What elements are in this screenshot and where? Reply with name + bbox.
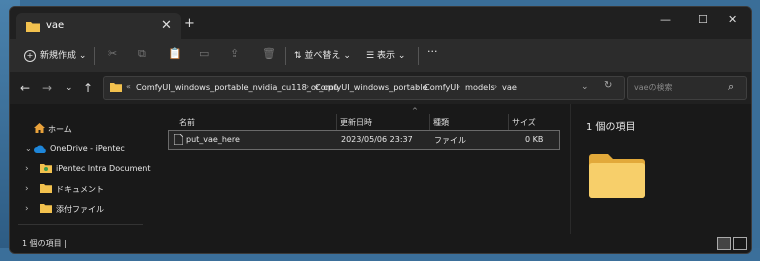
address-bar[interactable]: « ComfyUI_windows_portable_nvidia_cu118_… <box>103 76 625 100</box>
folder-icon <box>110 82 122 95</box>
folder-icon <box>40 203 52 216</box>
nav-item-label: ホーム <box>48 125 72 134</box>
view-button[interactable]: ☰ 表示 ⌄ <box>366 48 405 61</box>
share-icon[interactable]: ⇪ <box>230 47 239 60</box>
chevron-down-icon: ⌄ <box>343 51 351 61</box>
nav-item-documents[interactable]: › ドキュメント <box>10 179 158 199</box>
plus-circle-icon: + <box>24 50 36 62</box>
back-arrow-icon[interactable]: ← <box>20 81 30 95</box>
sort-button[interactable]: ⇅ 並べ替え ⌄ <box>294 48 351 61</box>
toolbar-divider <box>285 47 286 65</box>
sort-label: 並べ替え <box>304 51 341 61</box>
nav-item-label: OneDrive - iPentec <box>50 144 125 153</box>
forward-arrow-icon[interactable]: → <box>42 81 52 95</box>
nav-item-label: iPentec Intra Document <box>56 164 151 173</box>
search-placeholder: vaeの検索 <box>634 83 673 92</box>
nav-item-home[interactable]: ホーム <box>10 119 158 139</box>
chevron-right-icon: › <box>306 82 310 91</box>
large-folder-icon <box>589 154 645 201</box>
onedrive-icon <box>34 145 46 156</box>
folder-icon <box>40 183 52 196</box>
column-header-type[interactable]: 種類 <box>433 117 449 128</box>
folder-icon <box>26 21 40 35</box>
recent-chevron-icon[interactable]: ⌄ <box>65 83 73 93</box>
column-header-size[interactable]: サイズ <box>512 117 536 128</box>
search-box[interactable]: vaeの検索 ⌕ <box>627 76 747 100</box>
tab-close-icon[interactable]: ✕ <box>161 18 172 33</box>
nav-item-ipentec-intra[interactable]: › iPentec Intra Document <box>10 159 158 179</box>
status-item-count: 1 個の項目 | <box>22 239 67 248</box>
nav-item-onedrive[interactable]: ⌄ OneDrive - iPentec <box>10 139 158 159</box>
chevron-right-icon[interactable]: › <box>25 184 29 194</box>
breadcrumb-overflow[interactable]: « <box>126 82 131 91</box>
file-type: ファイル <box>434 136 466 145</box>
title-bar: vae ✕ + — ☐ ✕ <box>10 7 751 39</box>
tiles-view-button[interactable] <box>733 237 747 250</box>
delete-icon[interactable]: 🗑 <box>262 47 276 60</box>
home-icon <box>34 123 45 136</box>
nav-divider <box>18 224 143 225</box>
status-bar: 1 個の項目 | <box>10 234 751 253</box>
toolbar-divider <box>418 47 419 65</box>
nav-item-label: ドキュメント <box>56 185 104 194</box>
column-divider[interactable] <box>429 114 430 130</box>
view-label: 表示 <box>376 51 395 61</box>
nav-item-attachments[interactable]: › 添付ファイル <box>10 199 158 219</box>
shared-folder-icon <box>40 163 52 176</box>
column-header-modified[interactable]: 更新日時 <box>340 117 372 128</box>
column-divider[interactable] <box>508 114 509 130</box>
new-label: 新規作成 <box>40 51 77 61</box>
chevron-right-icon: › <box>457 82 461 91</box>
column-headers: ^ 名前 更新日時 種類 サイズ <box>170 107 560 130</box>
rename-icon[interactable]: ▭ <box>199 47 209 60</box>
address-row: ← → ⌄ ↑ « ComfyUI_windows_portable_nvidi… <box>10 72 751 104</box>
new-tab-button[interactable]: + <box>184 16 195 31</box>
minimize-button[interactable]: — <box>660 13 671 26</box>
details-view-button[interactable] <box>717 237 731 250</box>
breadcrumb-item[interactable]: models <box>465 82 495 92</box>
nav-item-label: 添付ファイル <box>56 205 104 214</box>
up-arrow-icon[interactable]: ↑ <box>83 81 93 95</box>
details-pane: 1 個の項目 <box>570 104 751 234</box>
chevron-down-icon: ⌄ <box>397 51 406 61</box>
paste-icon[interactable]: 📋 <box>168 47 182 60</box>
chevron-right-icon[interactable]: › <box>25 164 29 174</box>
toolbar-divider <box>94 47 95 65</box>
chevron-right-icon: › <box>494 82 498 91</box>
view-icon: ☰ <box>366 51 375 61</box>
sort-icon: ⇅ <box>294 51 302 61</box>
tab-vae[interactable]: vae ✕ <box>16 13 181 39</box>
chevron-right-icon[interactable]: › <box>25 204 29 214</box>
more-button[interactable]: ··· <box>427 45 438 58</box>
address-dropdown-icon[interactable]: ⌄ <box>581 82 589 92</box>
file-icon <box>173 133 184 148</box>
file-name: put_vae_here <box>186 135 240 144</box>
file-size: 0 KB <box>525 135 544 144</box>
breadcrumb-item[interactable]: vae <box>502 82 517 92</box>
navigation-pane: ホーム ⌄ OneDrive - iPentec › iPentec Intra… <box>10 104 158 234</box>
chevron-down-icon[interactable]: ⌄ <box>25 144 32 153</box>
close-button[interactable]: ✕ <box>728 13 737 26</box>
breadcrumb-item[interactable]: ComfyUI <box>424 82 459 92</box>
refresh-icon[interactable]: ↻ <box>604 80 612 91</box>
chevron-down-icon: ⌄ <box>78 51 87 61</box>
explorer-window: vae ✕ + — ☐ ✕ + 新規作成 ⌄ ✂ ⧉ 📋 ▭ ⇪ 🗑 ⇅ 並べ替え… <box>9 6 752 254</box>
sort-up-icon: ^ <box>412 107 418 115</box>
chevron-right-icon: › <box>416 82 420 91</box>
tab-title: vae <box>46 20 65 31</box>
new-button[interactable]: + 新規作成 ⌄ <box>24 48 86 62</box>
copy-icon[interactable]: ⧉ <box>138 47 146 61</box>
file-modified: 2023/05/06 23:37 <box>341 135 413 144</box>
breadcrumb-item[interactable]: ComfyUI_windows_portable <box>315 82 428 92</box>
maximize-button[interactable]: ☐ <box>698 13 708 26</box>
item-count-title: 1 個の項目 <box>586 122 636 133</box>
command-bar: + 新規作成 ⌄ ✂ ⧉ 📋 ▭ ⇪ 🗑 ⇅ 並べ替え ⌄ ☰ 表示 ⌄ ··· <box>10 39 751 72</box>
column-divider[interactable] <box>336 114 337 130</box>
search-icon: ⌕ <box>728 80 735 93</box>
column-header-name[interactable]: 名前 <box>179 117 195 128</box>
file-row[interactable]: put_vae_here 2023/05/06 23:37 ファイル 0 KB <box>168 130 560 150</box>
cut-icon[interactable]: ✂ <box>108 47 117 60</box>
